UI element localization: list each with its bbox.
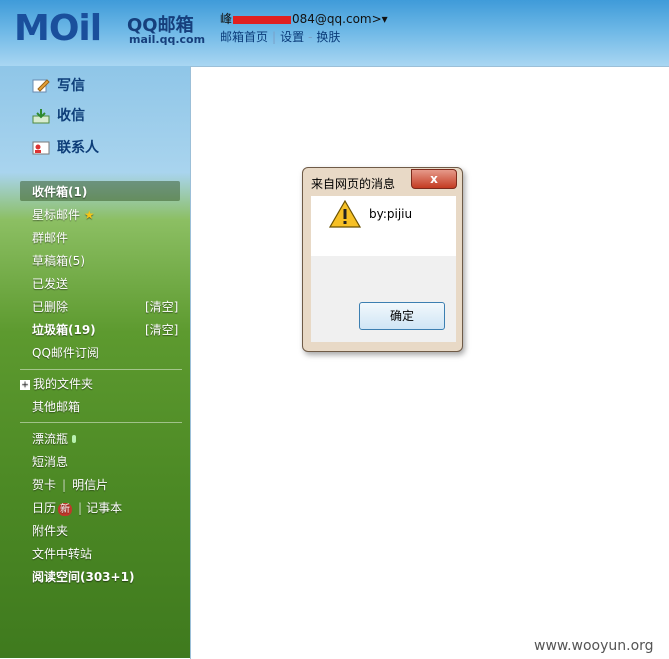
account-info[interactable]: 峰 084@qq.com>▾ [220,10,388,27]
account-email: 084@qq.com> [292,12,382,26]
write-icon [32,78,50,94]
star-icon: ★ [83,208,95,222]
folder-inbox[interactable]: 收件箱(1) [32,183,87,200]
nav-settings-link[interactable]: 设置 [280,30,304,44]
alert-dialog: 来自网页的消息 x by:pijiu 确定 [302,167,463,352]
my-folders[interactable]: + 我的文件夹 [20,375,93,392]
close-button[interactable]: x [411,169,457,189]
other-mailbox[interactable]: 其他邮箱 [32,398,80,415]
folder-group[interactable]: 群邮件 [32,229,68,246]
dialog-message: by:pijiu [369,207,413,221]
nav-separator: | [272,30,277,44]
nav-separator: - [308,30,313,44]
logo-text: MOil [14,8,102,49]
brand-url: mail.qq.com [129,33,206,46]
chevron-down-icon[interactable]: ▾ [382,12,388,26]
nav-skin-link[interactable]: 换肤 [316,30,340,44]
close-icon: x [430,172,438,186]
tool-attachments[interactable]: 附件夹 [32,522,68,539]
header-nav: 邮箱首页 | 设置 - 换肤 [220,28,340,45]
tool-reading[interactable]: 阅读空间(303+1) [32,568,134,585]
sidebar-divider [20,369,182,370]
tool-notes[interactable]: 记事本 [86,501,122,515]
write-button[interactable]: 写信 [32,75,85,97]
contacts-label: 联系人 [57,140,99,156]
watermark: www.wooyun.org [534,638,654,654]
redaction-mark [233,15,292,24]
folder-drafts[interactable]: 草稿箱(5) [32,252,85,269]
new-badge: 新 [58,503,73,516]
separator: | [62,478,67,492]
main-content [190,66,669,659]
dialog-title: 来自网页的消息 [311,177,396,191]
clear-deleted-link[interactable]: [清空] [145,298,178,315]
warning-icon [328,199,362,228]
ok-button[interactable]: 确定 [359,302,445,330]
folder-subscription[interactable]: QQ邮件订阅 [32,344,99,361]
sidebar-divider [20,422,182,423]
tool-calendar[interactable]: 日历 [32,501,56,515]
bottle-label: 漂流瓶 [32,432,69,446]
clear-spam-link[interactable]: [清空] [145,321,178,338]
folder-deleted[interactable]: 已删除 [32,298,68,315]
top-header: MOil QQ邮箱 mail.qq.com 峰 084@qq.com>▾ 邮箱首页… [0,0,669,66]
tool-bottle[interactable]: 漂流瓶 [32,430,76,447]
receive-label: 收信 [57,108,85,124]
folder-starred[interactable]: 星标邮件 ★ [32,206,95,223]
folder-sent[interactable]: 已发送 [32,275,68,292]
expand-icon[interactable]: + [20,379,30,390]
nav-home-link[interactable]: 邮箱首页 [220,30,268,44]
qqmail-logo[interactable]: MOil QQ邮箱 mail.qq.com [14,8,214,50]
folder-starred-label: 星标邮件 [32,208,81,222]
contacts-icon [32,140,50,156]
contacts-button[interactable]: 联系人 [32,137,99,159]
separator: | [78,501,83,515]
bottle-icon [71,435,76,443]
tool-card[interactable]: 贺卡 [32,478,56,492]
tool-transfer[interactable]: 文件中转站 [32,545,92,562]
receive-button[interactable]: 收信 [32,105,85,127]
write-label: 写信 [57,78,85,94]
folder-spam[interactable]: 垃圾箱(19) [32,321,96,338]
tool-card-row: 贺卡 | 明信片 [32,476,108,493]
tool-sms[interactable]: 短消息 [32,453,68,470]
account-prefix: 峰 [220,12,233,26]
tool-calendar-row: 日历新 | 记事本 [32,499,122,516]
my-folders-label: 我的文件夹 [33,377,94,391]
receive-icon [32,108,50,124]
tool-postcard[interactable]: 明信片 [72,478,108,492]
